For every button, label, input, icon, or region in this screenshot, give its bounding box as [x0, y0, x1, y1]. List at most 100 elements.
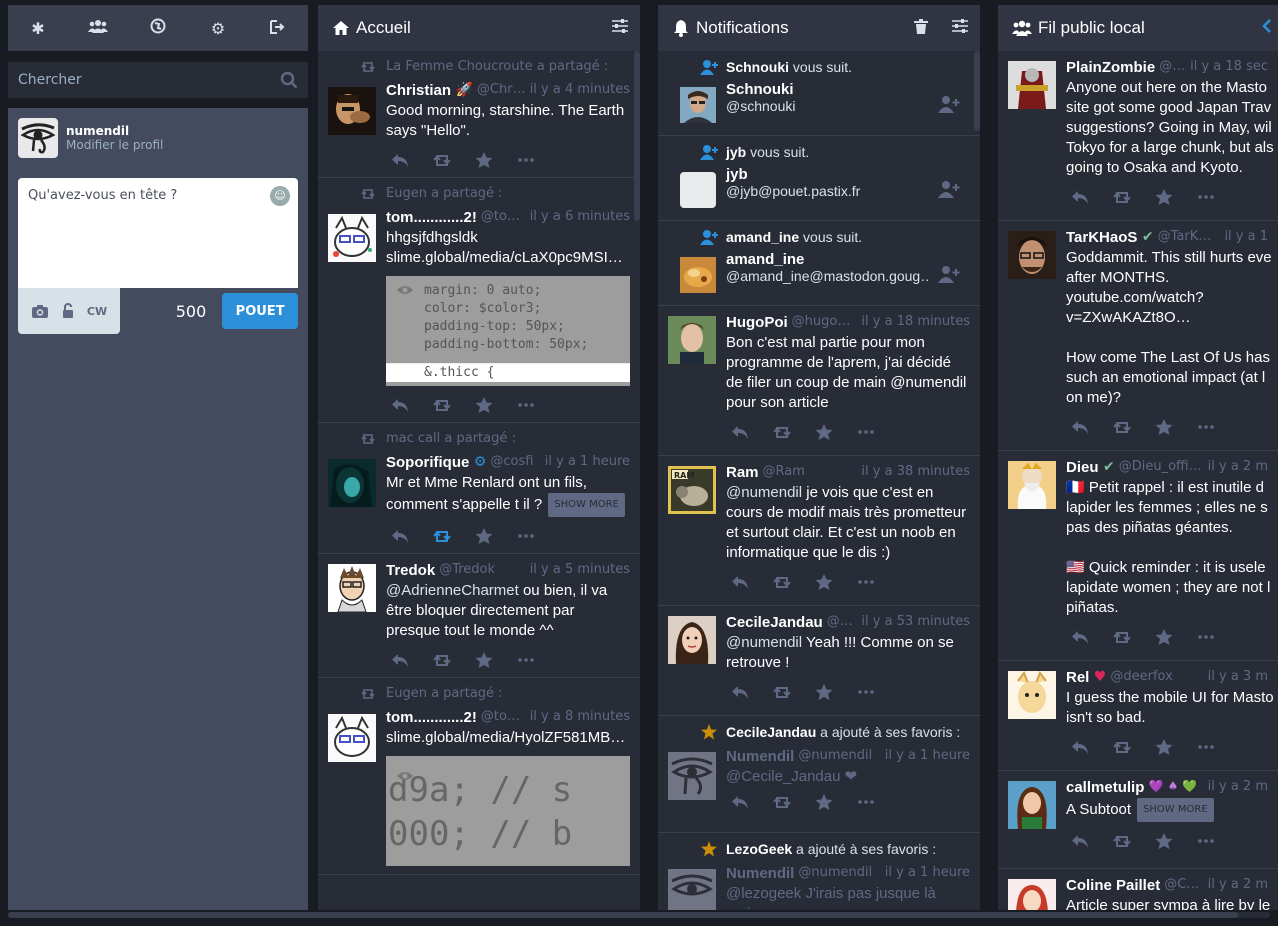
trash-icon[interactable] — [914, 19, 928, 34]
chevron-left-icon[interactable] — [1262, 19, 1272, 33]
reply-icon[interactable] — [390, 527, 410, 545]
account-handle[interactable]: @amand_ine@mastodon.goug… — [726, 268, 931, 284]
more-icon[interactable] — [516, 151, 536, 169]
reply-icon[interactable] — [730, 793, 750, 811]
more-icon[interactable] — [516, 396, 536, 414]
favouriter-name[interactable]: LezoGeek — [726, 841, 792, 857]
public-column-header[interactable]: Fil public local — [998, 5, 1278, 51]
account-handle[interactable]: @Ram — [763, 464, 858, 481]
notification-follow[interactable]: jyb vous suit. jyb @jyb@pouet.pastix.fr — [658, 136, 980, 221]
timestamp[interactable]: il y a 53 minutes — [861, 614, 970, 631]
status[interactable]: PlainZombie@Plai…il y a 18 sec Anyone ou… — [998, 51, 1278, 221]
boost-icon[interactable] — [1112, 738, 1132, 756]
display-name[interactable]: amand_ine — [726, 251, 804, 268]
more-icon[interactable] — [1196, 738, 1216, 756]
display-name[interactable]: CecileJandau — [726, 614, 823, 631]
timestamp[interactable]: il y a 1 heure — [545, 454, 630, 471]
star-icon[interactable] — [814, 793, 834, 811]
timestamp[interactable]: il y a 2 m — [1208, 877, 1268, 894]
favouriter-name[interactable]: CecileJandau — [726, 724, 816, 740]
boost-icon[interactable] — [772, 683, 792, 701]
globe-icon[interactable] — [143, 18, 173, 38]
horizontal-scrollbar[interactable] — [8, 912, 1270, 918]
avatar[interactable] — [668, 752, 716, 800]
account-handle[interactable]: @jyb@pouet.pastix.fr — [726, 183, 970, 199]
status[interactable]: La Femme Choucroute a partagé : Christia… — [318, 51, 640, 178]
boost-icon[interactable] — [772, 573, 792, 591]
timestamp[interactable]: il y a 3 m — [1208, 669, 1268, 686]
getting-started-icon[interactable]: ✱ — [23, 19, 53, 38]
boost-icon[interactable] — [432, 651, 452, 669]
status[interactable]: mac call a partagé : Soporifique ⚙ @cosfi… — [318, 423, 640, 554]
status[interactable]: Rel ♥ @deerfox il y a 3 m I guess the mobi… — [998, 661, 1278, 771]
follow-button-icon[interactable] — [938, 265, 960, 283]
avatar[interactable] — [328, 564, 376, 613]
star-icon[interactable] — [814, 573, 834, 591]
notification-favourite[interactable]: CecileJandau a ajouté à ses favoris : Nu… — [658, 716, 980, 833]
reply-icon[interactable] — [730, 423, 750, 441]
logout-icon[interactable] — [263, 19, 293, 38]
follower-name[interactable]: jyb — [726, 144, 746, 160]
avatar[interactable] — [668, 616, 716, 664]
avatar[interactable] — [18, 118, 58, 158]
boost-icon[interactable] — [432, 151, 452, 169]
search-icon[interactable] — [280, 71, 298, 89]
more-icon[interactable] — [516, 527, 536, 545]
eye-icon[interactable] — [396, 770, 414, 782]
avatar[interactable] — [1008, 461, 1056, 509]
compose-textarea[interactable] — [18, 178, 298, 288]
avatar[interactable] — [1008, 61, 1056, 109]
avatar[interactable] — [328, 714, 376, 762]
notification-mention[interactable]: CecileJandau@Ceci…il y a 53 minutes @num… — [658, 606, 980, 716]
display-name[interactable]: Numendil — [726, 748, 794, 765]
avatar[interactable]: RAM — [668, 466, 716, 514]
star-icon[interactable] — [474, 396, 494, 414]
more-icon[interactable] — [1196, 628, 1216, 646]
timestamp[interactable]: il y a 4 minutes — [530, 82, 630, 99]
timestamp[interactable]: il y a 18 minutes — [861, 314, 970, 331]
unlock-icon[interactable] — [62, 303, 74, 319]
column-settings-icon[interactable] — [952, 19, 968, 33]
follow-button-icon[interactable] — [938, 95, 960, 113]
avatar[interactable] — [668, 316, 716, 364]
timestamp[interactable]: il y a 1 heure — [885, 748, 970, 765]
timestamp[interactable]: il y a 8 minutes — [530, 709, 630, 726]
display-name[interactable]: TarKHaoS — [1066, 229, 1137, 246]
star-icon[interactable] — [1154, 418, 1174, 436]
avatar[interactable] — [680, 257, 716, 293]
notification-follow[interactable]: Schnouki vous suit. Schnouki @schnouki — [658, 51, 980, 136]
account-handle[interactable]: @cosfi — [490, 454, 540, 471]
more-icon[interactable] — [516, 651, 536, 669]
display-name[interactable]: Rel — [1066, 669, 1089, 686]
more-icon[interactable] — [1196, 188, 1216, 206]
timestamp[interactable]: il y a 2 m — [1208, 779, 1268, 796]
community-icon[interactable] — [83, 18, 113, 38]
display-name[interactable]: tom............2! — [386, 709, 477, 726]
star-icon[interactable] — [1154, 738, 1174, 756]
display-name[interactable]: Christian — [386, 82, 451, 99]
more-icon[interactable] — [856, 423, 876, 441]
account-handle[interactable]: @Christi… — [477, 82, 526, 99]
account-handle[interactable]: @tom… — [481, 209, 526, 226]
avatar[interactable] — [1008, 670, 1056, 719]
display-name[interactable]: Ram — [726, 464, 759, 481]
avatar[interactable] — [680, 172, 716, 208]
display-name[interactable]: callmetulip — [1066, 779, 1144, 796]
display-name[interactable]: Schnouki — [726, 81, 794, 98]
timestamp[interactable]: il y a 6 minutes — [530, 209, 630, 226]
notification-favourite[interactable]: LezoGeek a ajouté à ses favoris : Numend… — [658, 833, 980, 910]
reply-icon[interactable] — [1070, 188, 1090, 206]
display-name[interactable]: Soporifique — [386, 454, 469, 471]
star-icon[interactable] — [474, 151, 494, 169]
display-name[interactable]: tom............2! — [386, 209, 477, 226]
media-attachment[interactable]: d9a; // s 000; // b — [386, 756, 630, 866]
horizontal-scrollbar-thumb[interactable] — [8, 912, 1238, 918]
status[interactable]: Dieu ✔ @Dieu_officiel il y a 2 m 🇫🇷 Petit … — [998, 451, 1278, 661]
reply-icon[interactable] — [1070, 832, 1090, 850]
avatar[interactable] — [328, 459, 376, 507]
avatar[interactable] — [680, 87, 716, 123]
avatar[interactable] — [1008, 879, 1056, 910]
home-column-header[interactable]: Accueil — [318, 5, 640, 51]
more-icon[interactable] — [1196, 418, 1216, 436]
search-input[interactable] — [8, 62, 308, 98]
